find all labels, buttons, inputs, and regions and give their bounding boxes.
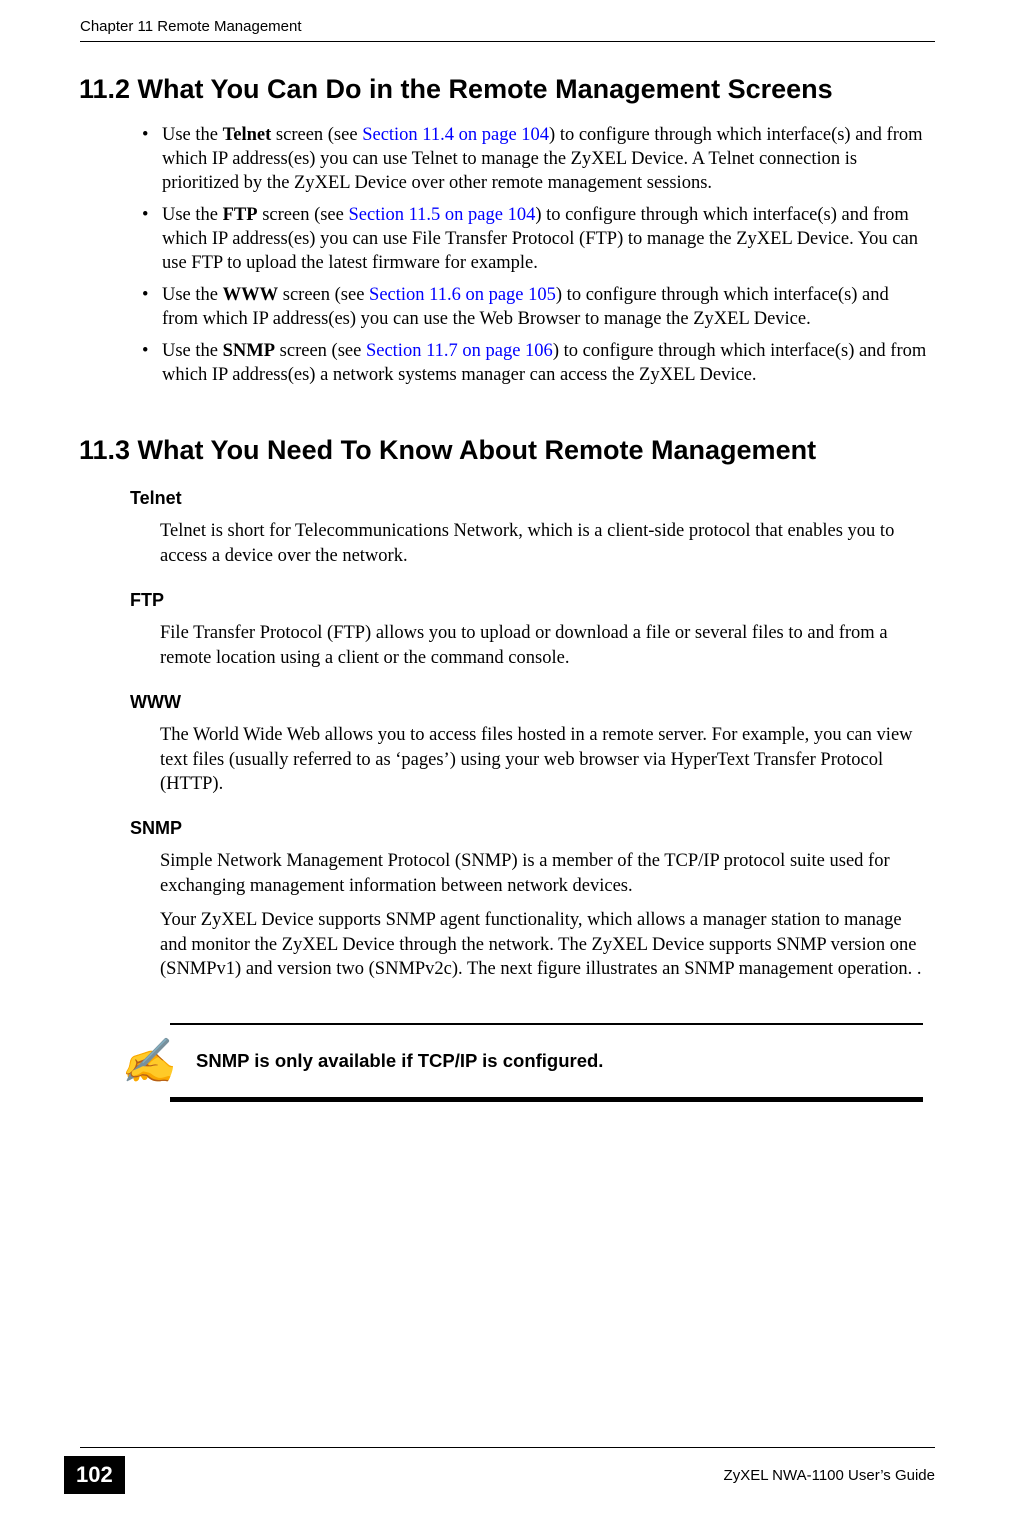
note-rule-bottom [170, 1097, 923, 1102]
page-number-badge: 102 [64, 1456, 125, 1494]
list-item: Use the WWW screen (see Section 11.6 on … [148, 283, 929, 331]
link-section-11-5[interactable]: Section 11.5 on page 104 [348, 205, 535, 225]
subhead-ftp: FTP [130, 590, 933, 611]
www-bold: WWW [223, 285, 279, 305]
para-snmp-2: Your ZyXEL Device supports SNMP agent fu… [160, 908, 929, 981]
ftp-bold: FTP [223, 205, 258, 225]
note-block: ✍ SNMP is only available if TCP/IP is co… [82, 1023, 933, 1102]
chapter-title: Chapter 11 Remote Management [80, 18, 302, 35]
list-item: Use the SNMP screen (see Section 11.7 on… [148, 339, 929, 387]
subhead-snmp: SNMP [130, 818, 933, 839]
para-www: The World Wide Web allows you to access … [160, 723, 929, 796]
guide-title: ZyXEL NWA-1100 User’s Guide [724, 1467, 935, 1484]
section-11-2-heading: 11.2 What You Can Do in the Remote Manag… [79, 74, 933, 105]
note-body: ✍ SNMP is only available if TCP/IP is co… [90, 1025, 925, 1097]
subhead-www: WWW [130, 692, 933, 713]
hand-write-icon: ✍ [118, 1035, 178, 1087]
footer: 102 ZyXEL NWA-1100 User’s Guide [0, 1447, 1015, 1494]
footer-row: 102 ZyXEL NWA-1100 User’s Guide [0, 1456, 1015, 1494]
subhead-telnet: Telnet [130, 488, 933, 509]
list-item: Use the FTP screen (see Section 11.5 on … [148, 203, 929, 275]
snmp-bold: SNMP [223, 341, 275, 361]
list-item: Use the Telnet screen (see Section 11.4 … [148, 123, 929, 195]
para-telnet: Telnet is short for Telecommunications N… [160, 519, 929, 568]
para-ftp: File Transfer Protocol (FTP) allows you … [160, 621, 929, 670]
section-11-3-heading: 11.3 What You Need To Know About Remote … [79, 435, 933, 466]
running-header: Chapter 11 Remote Management [0, 0, 1015, 41]
section-11-2-list: Use the Telnet screen (see Section 11.4 … [82, 123, 933, 387]
page-content: 11.2 What You Can Do in the Remote Manag… [0, 42, 1015, 1102]
link-section-11-4[interactable]: Section 11.4 on page 104 [362, 125, 549, 145]
footer-rule [80, 1447, 935, 1448]
section-11-3: 11.3 What You Need To Know About Remote … [82, 435, 933, 981]
para-snmp-1: Simple Network Management Protocol (SNMP… [160, 849, 929, 898]
link-section-11-6[interactable]: Section 11.6 on page 105 [369, 285, 556, 305]
telnet-bold: Telnet [223, 125, 272, 145]
note-text: SNMP is only available if TCP/IP is conf… [196, 1050, 603, 1072]
link-section-11-7[interactable]: Section 11.7 on page 106 [366, 341, 553, 361]
